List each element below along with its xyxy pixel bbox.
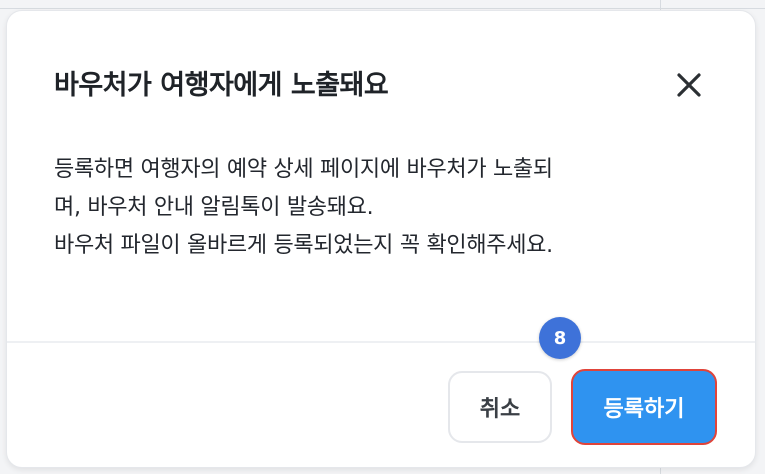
dialog-message-line: 바우처 파일이 올바르게 등록되었는지 꼭 확인해주세요. (54, 233, 553, 258)
cancel-button[interactable]: 취소 (448, 371, 552, 443)
dialog-title: 바우처가 여행자에게 노출돼요 (54, 70, 389, 101)
close-icon (677, 73, 701, 97)
close-button[interactable] (671, 67, 707, 103)
confirm-dialog: 바우처가 여행자에게 노출돼요 등록하면 여행자의 예약 상세 페이지에 바우처… (6, 10, 756, 468)
dialog-message-line: 며, 바우처 안내 알림톡이 발송돼요. (54, 195, 374, 220)
background-divider (0, 8, 765, 9)
footer-divider (7, 341, 755, 343)
step-number-badge: 8 (539, 317, 581, 359)
register-button[interactable]: 등록하기 (571, 369, 717, 445)
dialog-message: 등록하면 여행자의 예약 상세 페이지에 바우처가 노출되 며, 바우처 안내 … (54, 151, 714, 265)
dialog-message-line: 등록하면 여행자의 예약 상세 페이지에 바우처가 노출되 (54, 157, 553, 182)
page-background: 바우처가 여행자에게 노출돼요 등록하면 여행자의 예약 상세 페이지에 바우처… (0, 0, 765, 474)
